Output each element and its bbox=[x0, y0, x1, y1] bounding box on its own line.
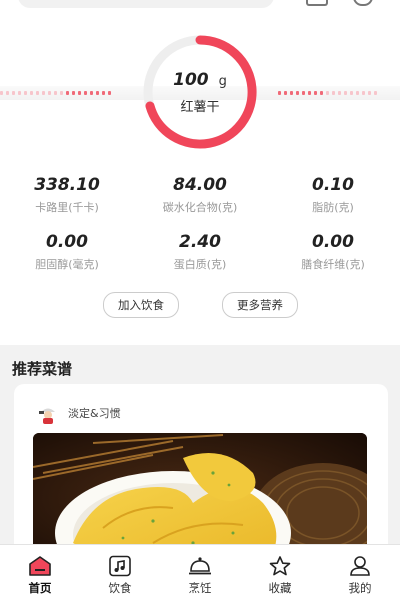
add-diet-button[interactable]: 加入饮食 bbox=[103, 292, 179, 318]
weight-value: 100 bbox=[173, 70, 209, 90]
recipe-image[interactable] bbox=[33, 433, 367, 560]
nutrient-label: 蛋白质(克) bbox=[173, 258, 227, 271]
gauge-dashes-left bbox=[0, 91, 111, 95]
scan-icon[interactable] bbox=[306, 0, 328, 6]
author-avatar[interactable] bbox=[36, 402, 60, 426]
diet-icon bbox=[109, 555, 131, 577]
user-icon[interactable] bbox=[353, 0, 373, 6]
calorie-gauge bbox=[143, 35, 257, 149]
nutrient-value: 0.00 bbox=[46, 232, 88, 252]
tab-home[interactable]: 首页 bbox=[0, 545, 80, 601]
nutrient-value: 0.10 bbox=[312, 175, 354, 195]
tab-profile[interactable]: 我的 bbox=[320, 545, 400, 601]
more-nutrition-button[interactable]: 更多营养 bbox=[222, 292, 298, 318]
recipe-card[interactable]: 淡定&习惯 bbox=[14, 384, 388, 560]
star-icon bbox=[269, 556, 291, 576]
nutrient-label: 胆固醇(毫克) bbox=[35, 258, 99, 271]
nutrient-label: 碳水化合物(克) bbox=[162, 201, 238, 214]
user-icon bbox=[350, 556, 370, 576]
nutrient-label: 膳食纤维(克) bbox=[301, 258, 365, 271]
author-name[interactable]: 淡定&习惯 bbox=[68, 405, 121, 421]
tab-label: 首页 bbox=[28, 581, 52, 595]
tab-favorites[interactable]: 收藏 bbox=[240, 545, 320, 601]
nutrient-value: 2.40 bbox=[179, 232, 221, 252]
food-detail-card: 100 g 红薯干 338.10 卡路里(千卡) 84.00 碳水化合物(克) 0… bbox=[0, 0, 400, 345]
food-weight: 100 g bbox=[128, 70, 272, 90]
nutrient-carbs: 84.00 碳水化合物(克) bbox=[130, 173, 270, 215]
nutrient-protein: 2.40 蛋白质(克) bbox=[130, 230, 270, 272]
nutrient-label: 卡路里(千卡) bbox=[35, 201, 99, 214]
nutrient-fiber: 0.00 膳食纤维(克) bbox=[263, 230, 400, 272]
nutrient-fat: 0.10 脂肪(克) bbox=[263, 173, 400, 215]
nutrient-label: 脂肪(克) bbox=[312, 201, 354, 214]
home-icon bbox=[29, 556, 51, 576]
weight-unit: g bbox=[218, 74, 227, 89]
tab-cooking[interactable]: 烹饪 bbox=[160, 545, 240, 601]
bottom-tab-bar: 首页 饮食 烹饪 收藏 我的 bbox=[0, 544, 400, 601]
tab-diet[interactable]: 饮食 bbox=[80, 545, 160, 601]
tab-label: 烹饪 bbox=[188, 581, 212, 595]
tab-label: 我的 bbox=[348, 581, 372, 595]
nutrient-value: 338.10 bbox=[34, 175, 100, 195]
gauge-dashes-right bbox=[278, 91, 377, 95]
nutrient-value: 0.00 bbox=[312, 232, 354, 252]
section-title: 推荐菜谱 bbox=[12, 360, 73, 378]
nutrient-value: 84.00 bbox=[173, 175, 227, 195]
food-name: 红薯干 bbox=[180, 100, 220, 115]
search-bar[interactable] bbox=[18, 0, 274, 8]
nutrient-cholesterol: 0.00 胆固醇(毫克) bbox=[0, 230, 137, 272]
tab-label: 收藏 bbox=[268, 581, 292, 595]
cooking-icon bbox=[189, 557, 211, 575]
tab-label: 饮食 bbox=[108, 581, 132, 595]
nutrient-calories: 338.10 卡路里(千卡) bbox=[0, 173, 137, 215]
